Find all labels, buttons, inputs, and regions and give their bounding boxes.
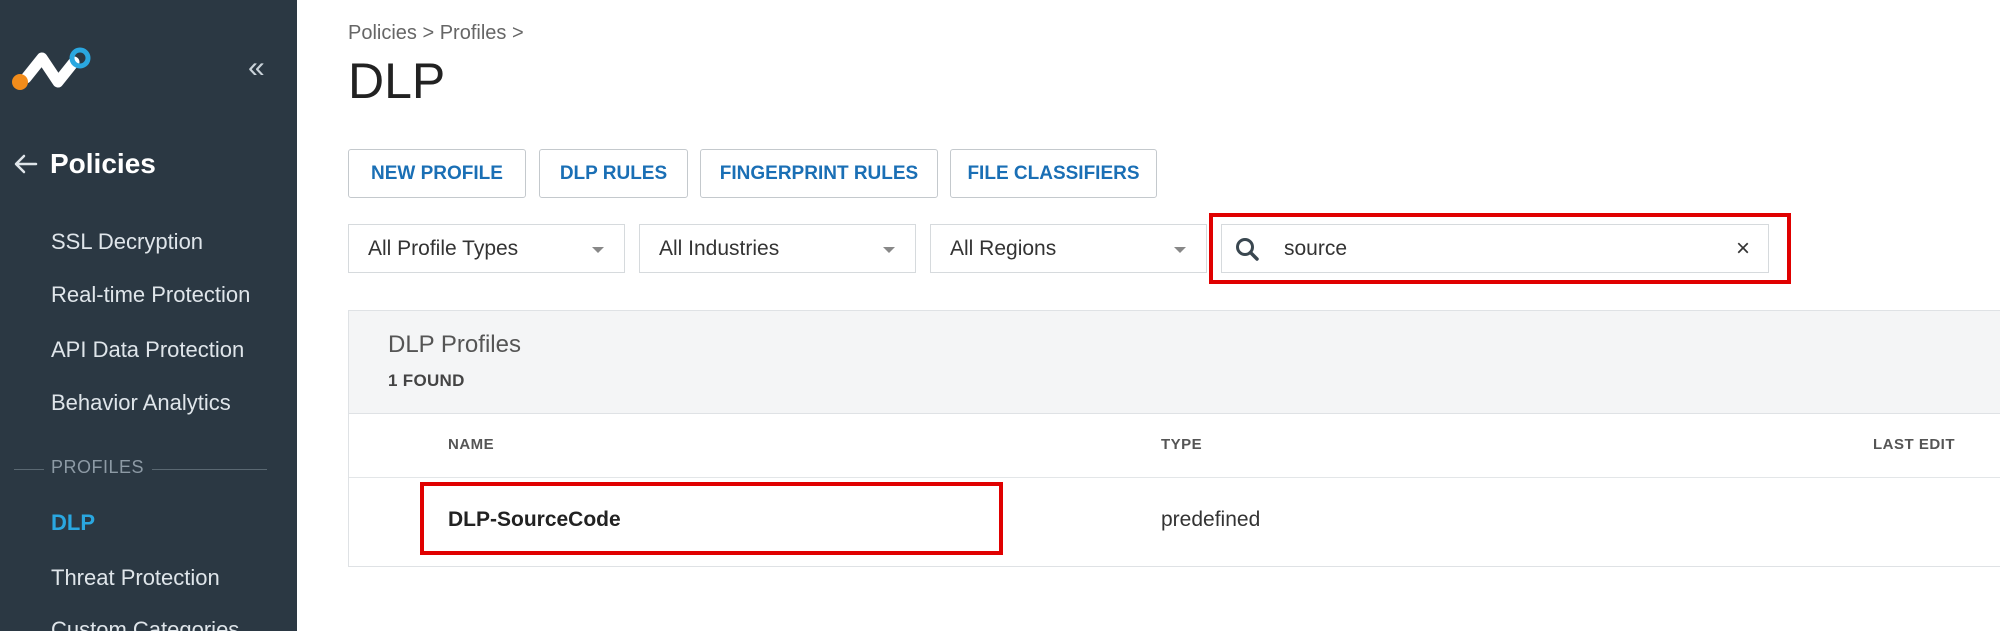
sidebar-item-ssl-decryption[interactable]: SSL Decryption: [51, 229, 203, 255]
dlp-rules-button[interactable]: DLP RULES: [539, 149, 688, 198]
chevron-down-icon: [883, 247, 895, 253]
sidebar-item-dlp[interactable]: DLP: [51, 510, 95, 536]
sidebar-item-api-data-protection[interactable]: API Data Protection: [51, 337, 244, 363]
new-profile-button[interactable]: NEW PROFILE: [348, 149, 526, 198]
clear-search-icon[interactable]: ×: [1732, 236, 1754, 262]
column-header-name[interactable]: NAME: [448, 436, 494, 453]
fingerprint-rules-button[interactable]: FINGERPRINT RULES: [700, 149, 938, 198]
breadcrumb[interactable]: Policies > Profiles >: [348, 22, 524, 45]
column-header-last-edit[interactable]: LAST EDIT: [1873, 436, 1955, 453]
back-arrow-icon: [14, 154, 38, 174]
profile-type-cell: predefined: [1161, 508, 1261, 531]
region-value: All Regions: [950, 236, 1057, 260]
section-divider: [152, 469, 267, 470]
column-header-type[interactable]: TYPE: [1161, 436, 1202, 453]
sidebar: « Policies SSL Decryption Real-time Prot…: [0, 0, 297, 631]
search-box[interactable]: ×: [1221, 224, 1769, 273]
sidebar-item-real-time-protection[interactable]: Real-time Protection: [51, 282, 250, 308]
collapse-sidebar-icon[interactable]: «: [248, 53, 272, 84]
industry-value: All Industries: [659, 236, 780, 260]
chevron-down-icon: [592, 247, 604, 253]
profile-type-select[interactable]: All Profile Types: [348, 224, 625, 273]
sidebar-title: Policies: [50, 148, 156, 179]
industry-select[interactable]: All Industries: [639, 224, 916, 273]
search-input[interactable]: [1284, 234, 1704, 264]
sidebar-item-custom-categories[interactable]: Custom Categories: [51, 617, 239, 631]
panel-header: DLP Profiles 1 FOUND: [349, 311, 2000, 414]
netskope-logo-icon: [12, 44, 92, 94]
search-icon: [1236, 238, 1259, 261]
file-classifiers-button[interactable]: FILE CLASSIFIERS: [950, 149, 1157, 198]
section-label-profiles: PROFILES: [51, 457, 145, 477]
region-select[interactable]: All Regions: [930, 224, 1207, 273]
section-divider: [14, 469, 44, 470]
sidebar-item-behavior-analytics[interactable]: Behavior Analytics: [51, 390, 231, 416]
page-title: DLP: [348, 53, 446, 109]
row-highlight: [420, 482, 1003, 555]
results-count: 1 FOUND: [388, 371, 465, 390]
panel-title: DLP Profiles: [388, 331, 521, 358]
back-to-policies[interactable]: Policies: [12, 144, 156, 184]
profile-type-value: All Profile Types: [368, 236, 519, 260]
sidebar-item-threat-protection[interactable]: Threat Protection: [51, 565, 220, 591]
chevron-down-icon: [1174, 247, 1186, 253]
